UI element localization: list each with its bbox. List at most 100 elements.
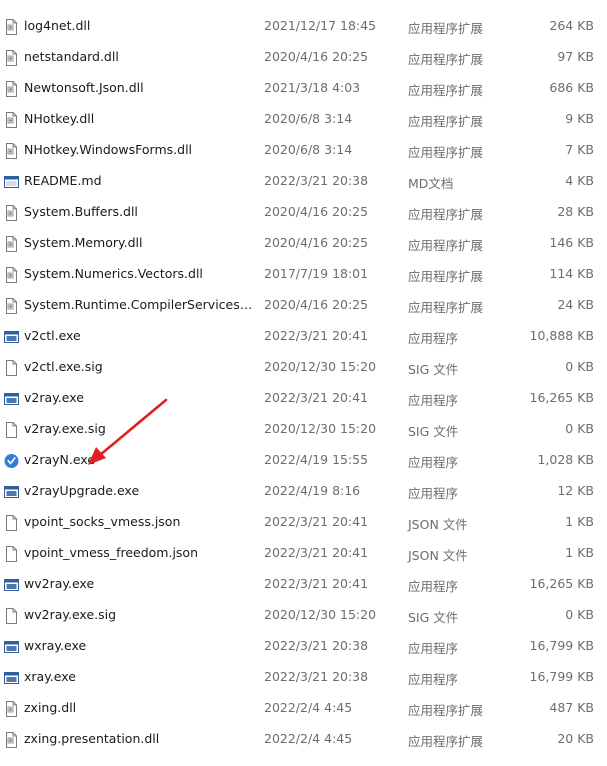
file-type: 应用程序: [408, 393, 459, 408]
file-date: 2022/3/21 20:41: [264, 328, 369, 343]
dll-file-icon: [4, 205, 19, 221]
dll-file-icon: [4, 112, 19, 128]
file-type: 应用程序: [408, 641, 459, 656]
file-size: 12 KB: [557, 483, 594, 498]
file-type: 应用程序扩展: [408, 269, 484, 284]
file-type: 应用程序扩展: [408, 52, 484, 67]
file-size: 7 KB: [565, 142, 594, 157]
file-name[interactable]: v2ray.exe.sig: [24, 421, 254, 436]
dll-file-icon: [4, 143, 19, 159]
file-row[interactable]: xray.exe 2022/3/21 20:38 应用程序 16,799 KB: [0, 662, 607, 693]
file-row[interactable]: wxray.exe 2022/3/21 20:38 应用程序 16,799 KB: [0, 631, 607, 662]
file-type: 应用程序扩展: [408, 114, 484, 129]
file-date: 2022/3/21 20:38: [264, 638, 369, 653]
dll-file-icon: [4, 732, 19, 748]
file-row[interactable]: v2ray.exe.sig 2020/12/30 15:20 SIG 文件 0 …: [0, 414, 607, 445]
dll-file-icon: [4, 701, 19, 717]
file-name[interactable]: wv2ray.exe: [24, 576, 254, 591]
file-type: SIG 文件: [408, 610, 459, 625]
blank-file-icon: [4, 608, 19, 624]
file-size: 10,888 KB: [529, 328, 594, 343]
file-type: 应用程序: [408, 486, 459, 501]
file-name[interactable]: NHotkey.WindowsForms.dll: [24, 142, 254, 157]
exe-file-icon: [4, 484, 19, 500]
file-row[interactable]: NHotkey.dll 2020/6/8 3:14 应用程序扩展 9 KB: [0, 104, 607, 135]
file-name[interactable]: v2ctl.exe.sig: [24, 359, 254, 374]
file-size: 1 KB: [565, 545, 594, 560]
file-row[interactable]: log4net.dll 2021/12/17 18:45 应用程序扩展 264 …: [0, 11, 607, 42]
file-name[interactable]: v2rayUpgrade.exe: [24, 483, 254, 498]
file-name[interactable]: System.Numerics.Vectors.dll: [24, 266, 254, 281]
file-row[interactable]: v2ctl.exe.sig 2020/12/30 15:20 SIG 文件 0 …: [0, 352, 607, 383]
file-date: 2021/3/18 4:03: [264, 80, 361, 95]
file-date: 2017/7/19 18:01: [264, 266, 369, 281]
file-size: 20 KB: [557, 731, 594, 746]
file-row[interactable]: NHotkey.WindowsForms.dll 2020/6/8 3:14 应…: [0, 135, 607, 166]
file-name[interactable]: wxray.exe: [24, 638, 254, 653]
file-row[interactable]: v2ctl.exe 2022/3/21 20:41 应用程序 10,888 KB: [0, 321, 607, 352]
dll-file-icon: [4, 298, 19, 314]
file-row[interactable]: wv2ray.exe 2022/3/21 20:41 应用程序 16,265 K…: [0, 569, 607, 600]
file-row[interactable]: vpoint_vmess_freedom.json 2022/3/21 20:4…: [0, 538, 607, 569]
file-name[interactable]: README.md: [24, 173, 254, 188]
file-type: 应用程序扩展: [408, 21, 484, 36]
file-name[interactable]: v2rayN.exe: [24, 452, 254, 467]
file-row[interactable]: zxing.dll 2022/2/4 4:45 应用程序扩展 487 KB: [0, 693, 607, 724]
file-row[interactable]: zxing.presentation.dll 2022/2/4 4:45 应用程…: [0, 724, 607, 755]
file-name[interactable]: System.Runtime.CompilerServices.Un...: [24, 297, 254, 312]
file-date: 2022/3/21 20:41: [264, 545, 369, 560]
file-name[interactable]: vpoint_vmess_freedom.json: [24, 545, 254, 560]
file-date: 2020/4/16 20:25: [264, 297, 369, 312]
exe-file-icon: [4, 639, 19, 655]
file-type: 应用程序: [408, 331, 459, 346]
file-row[interactable]: v2rayUpgrade.exe 2022/4/19 8:16 应用程序 12 …: [0, 476, 607, 507]
file-type: 应用程序: [408, 672, 459, 687]
dll-file-icon: [4, 50, 19, 66]
file-size: 97 KB: [557, 49, 594, 64]
file-date: 2022/4/19 15:55: [264, 452, 369, 467]
file-name[interactable]: Newtonsoft.Json.dll: [24, 80, 254, 95]
file-row[interactable]: vpoint_socks_vmess.json 2022/3/21 20:41 …: [0, 507, 607, 538]
dll-file-icon: [4, 81, 19, 97]
file-name[interactable]: log4net.dll: [24, 18, 254, 33]
file-name[interactable]: zxing.presentation.dll: [24, 731, 254, 746]
file-size: 16,799 KB: [529, 638, 594, 653]
file-row[interactable]: README.md 2022/3/21 20:38 MD文档 4 KB: [0, 166, 607, 197]
file-type: 应用程序扩展: [408, 703, 484, 718]
file-date: 2022/3/21 20:38: [264, 173, 369, 188]
file-row[interactable]: Newtonsoft.Json.dll 2021/3/18 4:03 应用程序扩…: [0, 73, 607, 104]
file-name[interactable]: xray.exe: [24, 669, 254, 684]
file-name[interactable]: zxing.dll: [24, 700, 254, 715]
file-row[interactable]: v2rayN.exe 2022/4/19 15:55 应用程序 1,028 KB: [0, 445, 607, 476]
file-name[interactable]: v2ray.exe: [24, 390, 254, 405]
blank-file-icon: [4, 422, 19, 438]
file-type: 应用程序扩展: [408, 83, 484, 98]
file-name[interactable]: v2ctl.exe: [24, 328, 254, 343]
file-size: 487 KB: [549, 700, 594, 715]
file-row[interactable]: System.Memory.dll 2020/4/16 20:25 应用程序扩展…: [0, 228, 607, 259]
file-row[interactable]: System.Runtime.CompilerServices.Un... 20…: [0, 290, 607, 321]
file-name[interactable]: netstandard.dll: [24, 49, 254, 64]
file-row[interactable]: netstandard.dll 2020/4/16 20:25 应用程序扩展 9…: [0, 42, 607, 73]
file-row[interactable]: wv2ray.exe.sig 2020/12/30 15:20 SIG 文件 0…: [0, 600, 607, 631]
file-size: 4 KB: [565, 173, 594, 188]
file-row[interactable]: v2ray.exe 2022/3/21 20:41 应用程序 16,265 KB: [0, 383, 607, 414]
file-name[interactable]: vpoint_socks_vmess.json: [24, 514, 254, 529]
file-row[interactable]: System.Numerics.Vectors.dll 2017/7/19 18…: [0, 259, 607, 290]
file-name[interactable]: NHotkey.dll: [24, 111, 254, 126]
file-row[interactable]: System.Buffers.dll 2020/4/16 20:25 应用程序扩…: [0, 197, 607, 228]
file-date: 2022/3/21 20:41: [264, 514, 369, 529]
dll-file-icon: [4, 267, 19, 283]
file-date: 2020/4/16 20:25: [264, 235, 369, 250]
exe-file-icon: [4, 391, 19, 407]
file-date: 2020/12/30 15:20: [264, 607, 377, 622]
file-size: 146 KB: [549, 235, 594, 250]
file-name[interactable]: wv2ray.exe.sig: [24, 607, 254, 622]
file-date: 2022/3/21 20:38: [264, 669, 369, 684]
file-name[interactable]: System.Memory.dll: [24, 235, 254, 250]
file-size: 0 KB: [565, 421, 594, 436]
file-date: 2020/6/8 3:14: [264, 111, 353, 126]
file-size: 24 KB: [557, 297, 594, 312]
file-name[interactable]: System.Buffers.dll: [24, 204, 254, 219]
blank-file-icon: [4, 515, 19, 531]
